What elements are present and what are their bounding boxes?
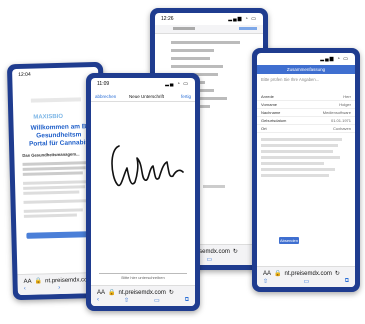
status-icons: ▂▄▆ ◔ ▭ <box>228 16 257 22</box>
back-icon[interactable]: ‹ <box>97 297 99 304</box>
summary-intro: Bitte prüfen Sie Ihre Angaben... <box>261 77 320 82</box>
status-time: 12:26 <box>161 16 174 22</box>
lower-lines <box>203 183 257 190</box>
brand-logo: MAXISBIO <box>33 113 64 121</box>
share-icon[interactable]: ⇧ <box>124 297 129 304</box>
welcome-heading: Willkommen am B Gesundheitsm Portal für … <box>28 123 90 148</box>
back-icon[interactable]: ‹ <box>24 286 26 293</box>
status-time: 12:04 <box>18 71 31 79</box>
table-row: Ort Cuxhaven <box>257 125 355 133</box>
top-bar <box>155 25 263 34</box>
tabs-icon[interactable]: ⧉ <box>345 278 349 285</box>
browser-bar: AA🔒nt.preisemdx.com↻ ⇧ ▭ ⧉ <box>257 266 355 287</box>
phone-center-screen: 11:09 ▂▄ ◔ ▭ abbrechen Neue Unterschrift… <box>91 78 195 306</box>
table-row: Anrede Herr <box>257 93 355 101</box>
share-icon[interactable]: ⇧ <box>263 278 268 285</box>
url-bar[interactable]: AA🔒nt.preisemdx.com↻ <box>263 270 349 278</box>
start-button[interactable] <box>26 231 91 239</box>
phone-right: ▂▄▆ ◔ ▭ Zusammenfassung Bitte prüfen Sie… <box>252 48 360 292</box>
signature-title: Neue Unterschrift <box>129 94 165 99</box>
book-icon[interactable]: ▭ <box>154 297 160 304</box>
summary-table: Anrede Herr Vorname Holger Nachname Mediens… <box>257 93 355 182</box>
summary-header: Zusammenfassung <box>257 65 355 74</box>
status-time: 11:09 <box>97 81 110 87</box>
nav-icons: ⇧ ▭ ⧉ <box>263 278 349 285</box>
intro-bold: Das Gesundheitsmanagem... <box>22 151 80 158</box>
nav-icons: ‹ ⇧ ▭ ⧉ <box>97 297 189 304</box>
table-row: Geburtsdatum 01.01.1971 <box>257 117 355 125</box>
more-rows <box>257 133 355 182</box>
book-icon[interactable]: ▭ <box>207 256 213 263</box>
phone-center: 11:09 ▂▄ ◔ ▭ abbrechen Neue Unterschrift… <box>86 73 200 311</box>
status-icons: ▂▄▆ ◔ ▭ <box>320 56 349 62</box>
signature-header: abbrechen Neue Unterschrift fertig <box>91 92 195 102</box>
flag-strip <box>30 97 81 103</box>
intro-text-lines <box>22 159 94 220</box>
browser-bar: AA 🔒 nt.preisemdx.com ↻ ‹ ⇧ ▭ ⧉ <box>91 285 195 306</box>
forward-icon[interactable]: › <box>58 285 60 292</box>
book-icon[interactable]: ▭ <box>304 278 310 285</box>
table-row: Vorname Holger <box>257 101 355 109</box>
url-bar[interactable]: AA🔒nt.preisemdx.com↻ <box>97 289 189 297</box>
signature-drawing[interactable] <box>97 138 193 198</box>
tabs-icon[interactable]: ⧉ <box>185 297 189 304</box>
done-link[interactable]: fertig <box>181 94 191 99</box>
submit-button[interactable]: Absenden <box>279 237 299 244</box>
status-icons: ▂▄ ◔ ▭ <box>165 81 189 87</box>
table-row: Nachname Mediensoftware <box>257 109 355 117</box>
cancel-link[interactable]: abbrechen <box>95 94 116 99</box>
signature-caption: Bitte hier unterschreiben <box>121 275 165 280</box>
phone-right-screen: ▂▄▆ ◔ ▭ Zusammenfassung Bitte prüfen Sie… <box>257 53 355 287</box>
